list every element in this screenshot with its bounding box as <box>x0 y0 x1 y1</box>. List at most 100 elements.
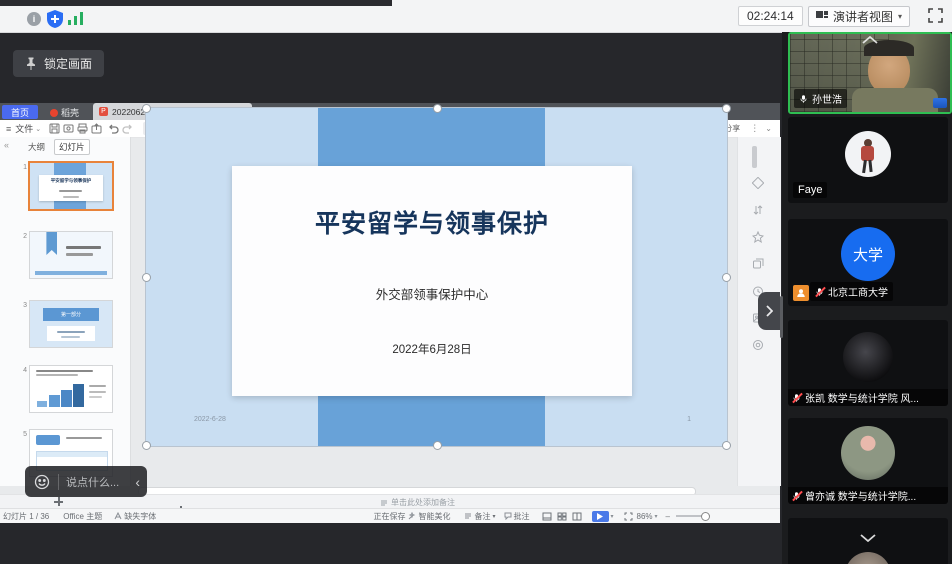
selection-handle[interactable] <box>142 441 151 450</box>
thumb1-card: 平安留学与领事保护 <box>39 175 103 201</box>
fit-slide-icon[interactable] <box>624 512 633 521</box>
security-shield-icon[interactable] <box>47 10 63 28</box>
selection-handle[interactable] <box>433 441 442 450</box>
shared-screen-wps: 首页 稻壳 P 20220628晚...京工商大学) (1) + ≡ 文件 ⌄ <box>0 103 780 522</box>
avatar <box>841 426 895 480</box>
side-tool-sort-icon[interactable] <box>752 204 764 216</box>
play-slideshow-button[interactable] <box>592 511 609 522</box>
sidebar-resize-handle[interactable] <box>780 296 783 338</box>
normal-view-icon[interactable] <box>542 512 552 521</box>
avatar-figure-leg <box>868 160 872 172</box>
comments-toggle-label: 批注 <box>514 511 530 522</box>
avatar: 大学 <box>841 227 895 281</box>
collapse-panel-icon[interactable]: « <box>4 140 9 150</box>
export-icon[interactable] <box>91 123 102 134</box>
participant-tile-sunshihao[interactable]: 孙世浩 <box>788 32 952 114</box>
side-tool-animation-icon[interactable] <box>752 258 764 270</box>
selection-handle[interactable] <box>722 273 731 282</box>
participant-name: 孙世浩 <box>812 91 842 106</box>
slide-footer-date: 2022-6-28 <box>194 416 226 423</box>
meeting-info-icon[interactable]: i <box>27 12 41 26</box>
notes-toggle[interactable]: 备注 ▾ <box>464 511 495 522</box>
network-signal-icon[interactable] <box>67 11 85 27</box>
wps-docer-tab[interactable]: 稻壳 <box>44 105 85 120</box>
thumb3-line <box>57 331 86 333</box>
slide-thumb-4[interactable] <box>30 366 112 412</box>
participant-name-label: 北京工商大学 <box>810 282 893 301</box>
participant-tile-zhangkai[interactable]: 张凯 数学与统计学院 风... <box>788 320 948 406</box>
slide-canvas[interactable]: 平安留学与领事保护 外交部领事保护中心 2022年6月28日 2022-6-28… <box>146 108 727 446</box>
participant-tile-faye[interactable]: Faye <box>788 117 948 203</box>
lock-view-label: 锁定画面 <box>44 55 92 72</box>
output-icon[interactable] <box>63 123 74 134</box>
thumb4-step <box>61 390 72 407</box>
participant-tile-partial[interactable] <box>788 518 948 564</box>
zoom-slider-knob[interactable] <box>701 512 710 521</box>
chat-divider <box>58 474 59 490</box>
tab-outline[interactable]: 大纲 <box>24 140 49 154</box>
notes-toggle-label: 备注 <box>474 511 490 522</box>
undo-icon[interactable] <box>108 123 119 134</box>
slide-thumb-3[interactable]: 第一部分 <box>30 301 112 347</box>
zoom-out-button[interactable]: – <box>666 512 670 521</box>
slide-date: 2022年6月28日 <box>232 341 632 357</box>
chat-quick-bar: 说点什么... ‹ <box>25 466 147 497</box>
participant-sidebar: 孙世浩 Faye 大学 <box>782 32 952 564</box>
comments-toggle[interactable]: 批注 <box>504 511 530 522</box>
chat-collapse-icon[interactable]: ‹ <box>135 474 140 490</box>
thumb-number: 4 <box>17 367 27 374</box>
emoji-smiley-icon[interactable] <box>34 474 50 490</box>
reading-view-icon[interactable] <box>572 512 582 521</box>
view-mode-button[interactable]: 演讲者视图 ▾ <box>808 6 910 27</box>
expand-panel-tab[interactable] <box>758 292 780 330</box>
scroll-up-chevron-icon[interactable] <box>862 36 878 44</box>
collapse-ribbon-icon[interactable]: ⌄ <box>765 124 772 133</box>
participant-name: 张凯 数学与统计学院 风... <box>805 390 919 405</box>
slide-thumb-1[interactable]: 平安留学与领事保护 <box>30 163 112 209</box>
selection-handle[interactable] <box>722 441 731 450</box>
chat-input-placeholder[interactable]: 说点什么... <box>66 474 119 490</box>
zoom-slider[interactable] <box>676 515 710 517</box>
slide-thumb-2[interactable] <box>30 232 112 278</box>
participant-tile-zengyicheng[interactable]: 曾亦诚 数学与统计学院... <box>788 418 948 504</box>
save-icon[interactable] <box>49 123 60 134</box>
missing-font-button[interactable]: 缺失字体 <box>114 511 156 522</box>
horizontal-scrollbar[interactable] <box>138 487 700 494</box>
file-menu[interactable]: 文件 <box>15 122 33 135</box>
more-options-icon[interactable]: ⋮ <box>750 123 759 134</box>
thumb4-line <box>36 370 93 372</box>
beautify-button[interactable]: 智能美化 <box>408 511 450 522</box>
notes-placeholder-area[interactable]: 单击此处添加备注 <box>380 497 455 508</box>
play-icon <box>597 513 603 520</box>
sorter-view-icon[interactable] <box>557 512 567 521</box>
lock-view-button[interactable]: 锁定画面 <box>13 50 104 77</box>
selection-handle[interactable] <box>142 104 151 113</box>
docer-icon <box>50 109 58 117</box>
fullscreen-icon[interactable] <box>928 8 943 23</box>
hamburger-icon[interactable]: ≡ <box>6 124 11 134</box>
tab-slides[interactable]: 幻灯片 <box>54 139 90 155</box>
participant-tile-btbu[interactable]: 大学 北京工商大学 <box>788 219 948 306</box>
selection-handle[interactable] <box>433 104 442 113</box>
theme-button[interactable]: Office 主题 <box>63 511 102 522</box>
view-mode-label: 演讲者视图 <box>833 8 893 25</box>
slide-title: 平安留学与领事保护 <box>232 204 632 240</box>
selection-handle[interactable] <box>142 273 151 282</box>
add-slide-button[interactable] <box>54 497 63 506</box>
video-watermark-badge <box>933 98 947 108</box>
side-tool-beautify-icon[interactable] <box>752 231 764 243</box>
selection-handle[interactable] <box>722 104 731 113</box>
scroll-down-chevron-icon[interactable] <box>860 534 876 542</box>
chevron-right-icon <box>765 305 773 317</box>
zoom-level[interactable]: 86% <box>637 512 653 521</box>
slide-title-card[interactable]: 平安留学与领事保护 外交部领事保护中心 2022年6月28日 <box>232 166 632 396</box>
side-tool-resource-icon[interactable] <box>752 339 764 351</box>
side-tool-props-icon[interactable] <box>752 177 764 189</box>
wps-home-tab[interactable]: 首页 <box>2 105 38 119</box>
play-caret-icon[interactable]: ▾ <box>611 513 614 520</box>
redo-icon[interactable] <box>122 123 133 134</box>
print-icon[interactable] <box>77 123 88 134</box>
vertical-scrollbar[interactable] <box>752 146 757 168</box>
wps-status-bar: 幻灯片 1 / 36 Office 主题 缺失字体 正在保存 智能美化 备注 ▾… <box>0 508 780 523</box>
thumb-number: 5 <box>17 431 27 438</box>
